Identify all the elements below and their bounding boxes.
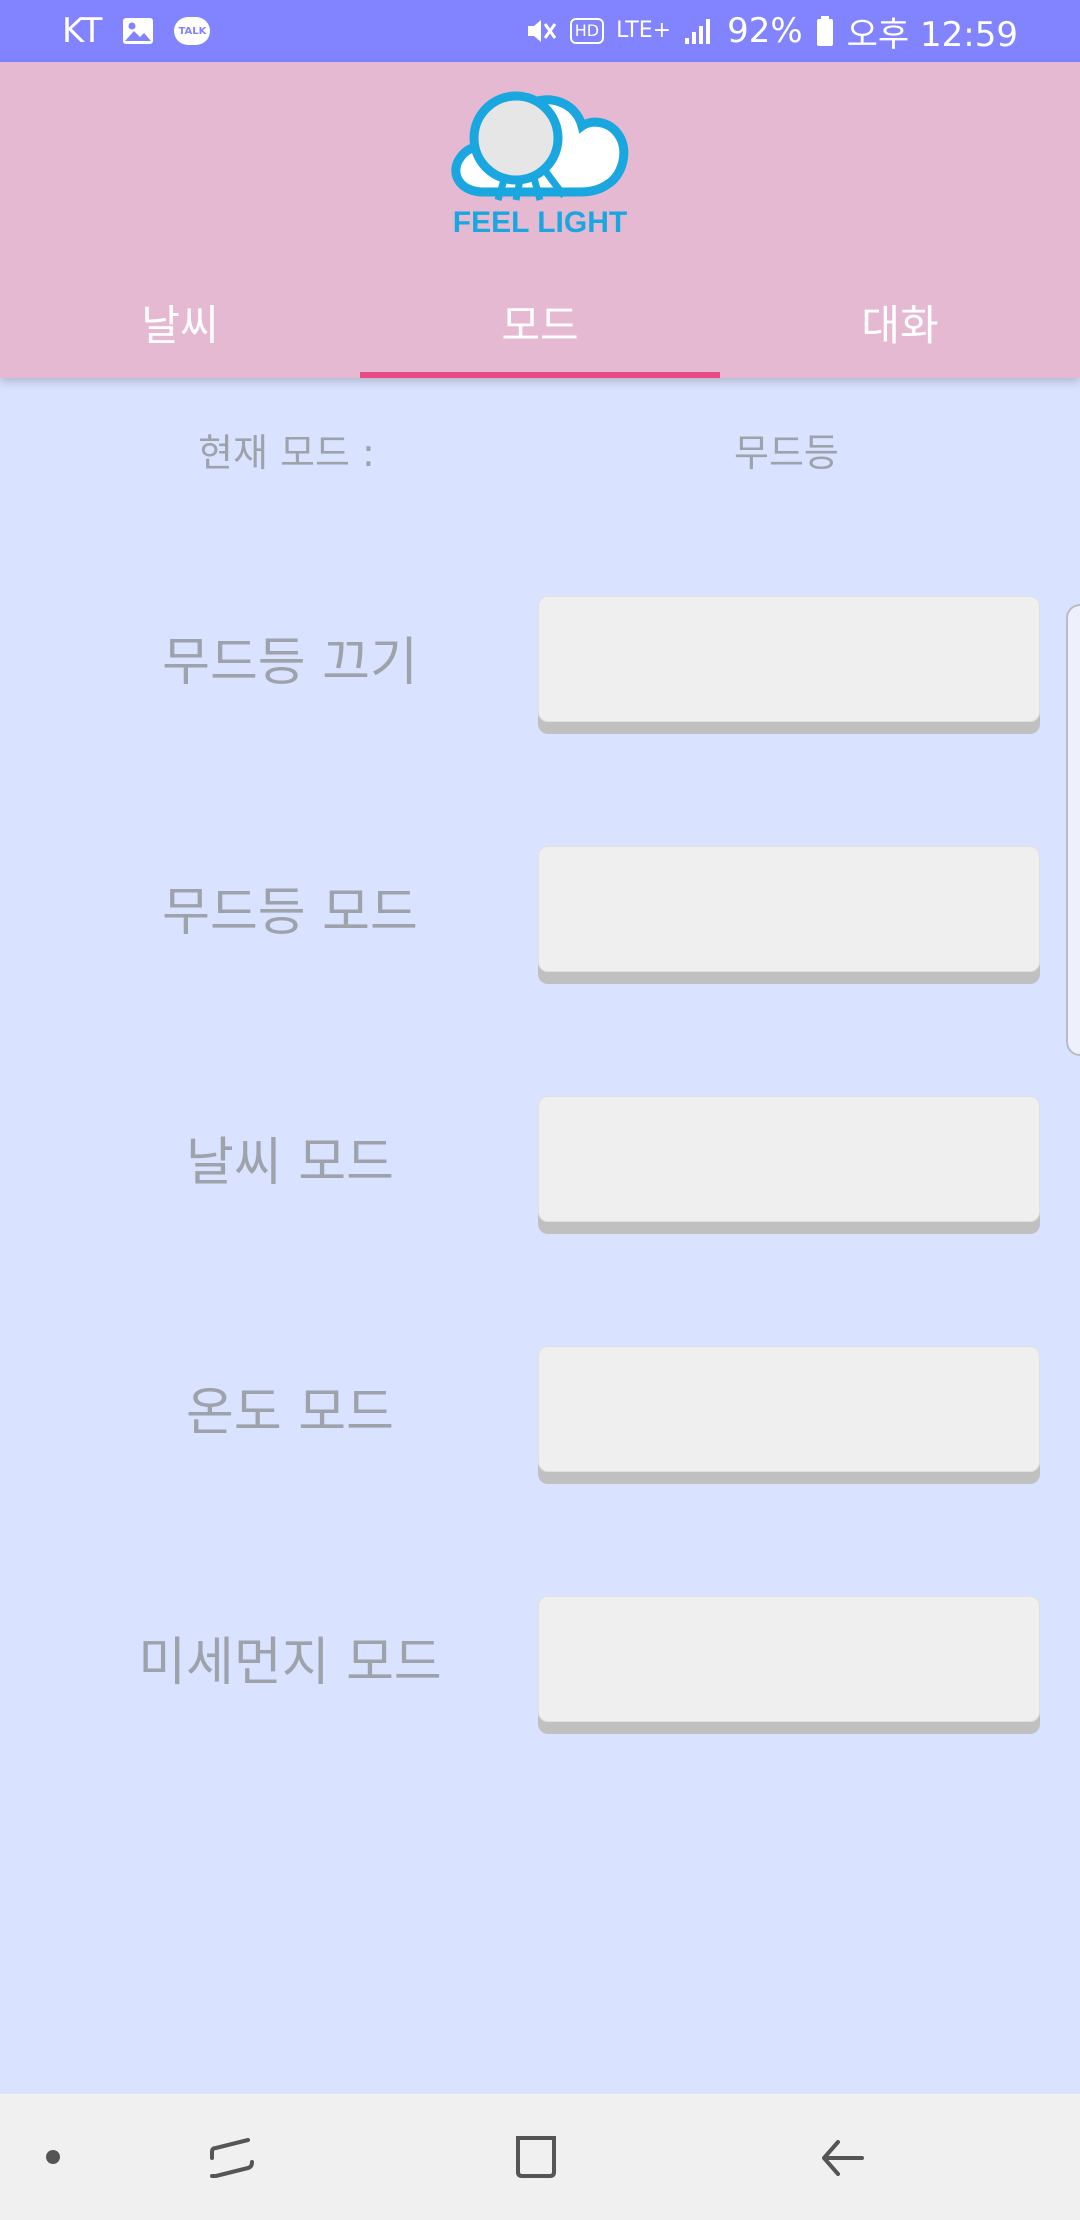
mode-label: 무드등 모드 (162, 883, 418, 943)
tab-label: 대화 (861, 301, 939, 350)
tab-label: 모드 (501, 301, 579, 350)
status-bar: KT TALK HD LTE+ 92% 오후 12:59 (0, 0, 1080, 62)
battery-percent: 92% (727, 11, 803, 51)
navigation-bar (0, 2094, 1080, 2220)
mode-label: 미세먼지 모드 (138, 1633, 442, 1693)
dot-icon[interactable] (30, 2094, 76, 2220)
home-icon[interactable] (494, 2094, 578, 2220)
tab-weather[interactable]: 날씨 (0, 284, 360, 378)
clock: 오후 12:59 (846, 14, 1018, 55)
mode-label: 무드등 끄기 (162, 633, 418, 693)
talk-label: TALK (178, 25, 207, 37)
current-mode-label: 현재 모드 : (198, 431, 375, 475)
current-mode-row: 현재 모드 : 무드등 (0, 422, 1080, 482)
kakaotalk-icon: TALK (174, 17, 211, 45)
mode-page: 현재 모드 : 무드등 무드등 끄기 무드등 모드 날씨 모드 온도 모드 미세… (0, 378, 1080, 2094)
hd-voice-icon: HD (569, 18, 605, 44)
edge-panel-handle[interactable] (1066, 604, 1080, 1056)
logo-cloud-icon (451, 91, 629, 202)
battery-icon (815, 15, 835, 47)
status-left: KT TALK (62, 11, 211, 51)
mode-row-off: 무드등 끄기 (0, 596, 1080, 722)
status-right: HD LTE+ 92% 오후 12:59 (524, 7, 1018, 56)
logo-text: FEEL LIGHT (452, 206, 628, 239)
back-icon[interactable] (800, 2094, 884, 2220)
mode-row-temperature: 온도 모드 (0, 1346, 1080, 1472)
hd-label: HD (574, 21, 600, 40)
tab-chat[interactable]: 대화 (720, 284, 1080, 378)
weather-mode-button[interactable] (538, 1096, 1040, 1222)
network-label: LTE+ (616, 18, 672, 43)
recent-apps-icon[interactable] (190, 2094, 274, 2220)
lte-icon: LTE+ (616, 20, 671, 42)
mode-row-fine-dust: 미세먼지 모드 (0, 1596, 1080, 1722)
temperature-mode-button[interactable] (538, 1346, 1040, 1472)
mode-label: 날씨 모드 (186, 1133, 394, 1193)
mode-row-mood: 무드등 모드 (0, 846, 1080, 972)
signal-icon (683, 16, 715, 46)
mood-light-off-button[interactable] (538, 596, 1040, 722)
image-icon (122, 17, 154, 45)
tab-mode[interactable]: 모드 (360, 284, 720, 378)
mood-light-mode-button[interactable] (538, 846, 1040, 972)
mode-label: 온도 모드 (186, 1383, 394, 1443)
tab-label: 날씨 (141, 301, 219, 350)
app-logo: FEEL LIGHT (440, 80, 640, 250)
mute-icon (524, 16, 558, 46)
carrier-label: KT (62, 11, 103, 51)
fine-dust-mode-button[interactable] (538, 1596, 1040, 1722)
tab-bar: 날씨 모드 대화 (0, 284, 1080, 378)
current-mode-value: 무드등 (734, 431, 839, 475)
app-header: FEEL LIGHT 날씨 모드 대화 (0, 62, 1080, 378)
mode-row-weather: 날씨 모드 (0, 1096, 1080, 1222)
